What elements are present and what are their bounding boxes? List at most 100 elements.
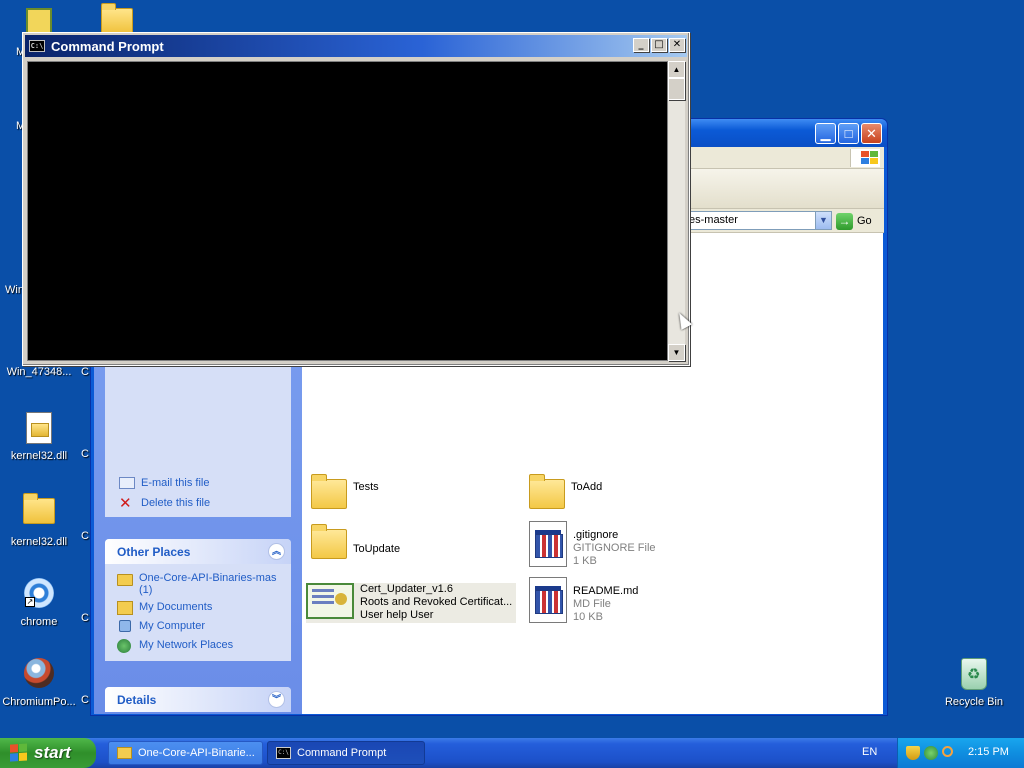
desktop-icon-chromiumpo[interactable]: ChromiumPo...	[0, 658, 78, 708]
search-icon[interactable]	[942, 746, 953, 757]
security-shield-icon[interactable]	[906, 746, 920, 760]
language-indicator[interactable]: EN	[862, 746, 877, 758]
explorer-close-button[interactable]: ✕	[861, 123, 882, 144]
taskbar-item-label: Command Prompt	[297, 747, 387, 759]
system-tray: 2:15 PM	[897, 738, 1024, 768]
task-label: E-mail this file	[141, 477, 210, 489]
my-documents-icon	[117, 601, 133, 615]
file-size: 10 KB	[573, 611, 603, 623]
file-name: Tests	[353, 481, 379, 493]
console-output[interactable]	[27, 61, 668, 361]
file-size: 1 KB	[573, 555, 597, 567]
scroll-down-button[interactable]: ▼	[668, 344, 685, 361]
other-place-item[interactable]: One-Core-API-Binaries-mas (1)	[117, 572, 285, 596]
desktop-icon-kernel32-a[interactable]: kernel32.dll	[0, 412, 78, 462]
file-item-toadd[interactable]: ToAdd	[529, 473, 602, 509]
file-company: User help User	[360, 609, 434, 621]
cmd-title: Command Prompt	[51, 38, 164, 54]
other-place-label: One-Core-API-Binaries-mas (1)	[139, 572, 277, 596]
mail-icon	[119, 477, 135, 489]
app-icon	[26, 8, 52, 34]
file-name: README.md	[573, 585, 639, 597]
explorer-minimize-button[interactable]: ▁	[815, 123, 836, 144]
document-icon	[529, 577, 567, 623]
file-item-gitignore[interactable]: .gitignore GITIGNORE File 1 KB	[529, 521, 656, 568]
desktop-icon-label: kernel32.dll	[10, 536, 68, 548]
task-email-this-file[interactable]: E-mail this file	[119, 477, 209, 491]
delete-icon: ✕	[119, 495, 132, 512]
desktop-icon-label: Recycle Bin	[944, 696, 1004, 708]
my-computer-icon	[119, 620, 131, 632]
cmd-minimize-button[interactable]: _	[633, 38, 649, 52]
folder-icon	[117, 574, 133, 586]
folder-icon	[101, 3, 133, 34]
windows-flag-icon	[850, 149, 880, 167]
folder-icon	[311, 474, 347, 509]
other-places-panel: Other Places ︽ One-Core-API-Binaries-mas…	[105, 539, 291, 661]
other-place-label: My Documents	[139, 601, 213, 613]
taskbar-item-command-prompt[interactable]: C:\ Command Prompt	[267, 741, 425, 765]
chevron-down-icon[interactable]: ︾	[268, 691, 285, 708]
file-item-readme[interactable]: README.md MD File 10 KB	[529, 577, 638, 624]
file-item-cert-updater[interactable]: Cert_Updater_v1.6 Roots and Revoked Cert…	[306, 583, 517, 623]
details-header[interactable]: Details ︾	[105, 687, 291, 712]
chromium-portable-icon	[24, 658, 54, 688]
details-panel: Details ︾	[105, 687, 291, 712]
desktop-icon-label: chrome	[20, 616, 58, 628]
other-place-item[interactable]: My Documents	[117, 601, 285, 615]
recycle-bin-icon	[961, 658, 987, 690]
desktop-icon-win-47348[interactable]: Win_47348...	[0, 366, 78, 378]
desktop-peek-label: C	[81, 448, 89, 460]
details-title: Details	[117, 693, 157, 707]
folder-icon	[23, 493, 55, 524]
desktop-peek-label: C	[81, 612, 89, 624]
file-name: .gitignore	[573, 529, 619, 541]
desktop-icon-recycle-bin[interactable]: Recycle Bin	[935, 658, 1013, 708]
task-label: Delete this file	[141, 497, 211, 509]
taskbar-item-explorer[interactable]: One-Core-API-Binarie...	[108, 741, 263, 765]
go-button[interactable]: → Go	[836, 212, 872, 230]
explorer-maximize-button[interactable]: □	[838, 123, 859, 144]
clock: 2:15 PM	[968, 746, 1009, 758]
cmd-close-button[interactable]: ✕	[669, 38, 685, 52]
other-places-header[interactable]: Other Places ︽	[105, 539, 291, 564]
desktop-icon-chrome[interactable]: ↗ chrome	[0, 576, 78, 628]
go-arrow-icon: →	[836, 212, 853, 230]
address-dropdown-button[interactable]: ▼	[815, 212, 831, 229]
scroll-up-button[interactable]: ▲	[668, 61, 685, 78]
cmd-app-icon: C:\	[29, 40, 45, 52]
file-type: GITIGNORE File	[573, 542, 656, 554]
desktop-icon-kernel32-b[interactable]: kernel32.dll	[0, 493, 78, 548]
windows-flag-icon	[10, 743, 28, 762]
folder-icon	[311, 524, 347, 559]
dll-file-icon	[26, 412, 52, 444]
scroll-thumb[interactable]	[668, 78, 685, 100]
desktop-peek-label: C	[81, 530, 89, 542]
network-places-icon	[117, 639, 131, 653]
desktop-icon-label: Win_47348...	[6, 366, 72, 378]
desktop-icon-label: ChromiumPo...	[2, 696, 76, 708]
start-button[interactable]: start	[0, 738, 96, 768]
document-icon	[529, 521, 567, 567]
other-place-item[interactable]: My Computer	[117, 620, 285, 634]
file-item-tests[interactable]: Tests	[311, 473, 379, 509]
chevron-up-icon[interactable]: ︽	[268, 543, 285, 560]
file-name: Cert_Updater_v1.6	[360, 583, 453, 595]
file-description: Roots and Revoked Certificat...	[360, 596, 513, 608]
network-icon[interactable]	[924, 746, 938, 760]
other-place-label: My Computer	[139, 620, 206, 632]
certificate-icon	[306, 583, 354, 619]
task-delete-this-file[interactable]: ✕ Delete this file	[119, 495, 211, 512]
file-type: MD File	[573, 598, 611, 610]
address-input[interactable]: es-master ▼	[684, 211, 832, 230]
other-place-label: My Network Places	[139, 639, 234, 651]
folder-icon	[117, 747, 132, 759]
cmd-maximize-button[interactable]: □	[651, 38, 667, 52]
folder-icon	[529, 474, 565, 509]
cmd-titlebar[interactable]: C:\ Command Prompt _ □ ✕	[25, 35, 687, 57]
chrome-icon: ↗	[24, 578, 54, 608]
other-place-item[interactable]: My Network Places	[117, 639, 285, 653]
start-label: start	[34, 743, 71, 762]
file-item-toupdate[interactable]: ToUpdate	[311, 523, 400, 559]
command-prompt-window[interactable]: C:\ Command Prompt _ □ ✕ ▲ ▼	[22, 32, 690, 366]
